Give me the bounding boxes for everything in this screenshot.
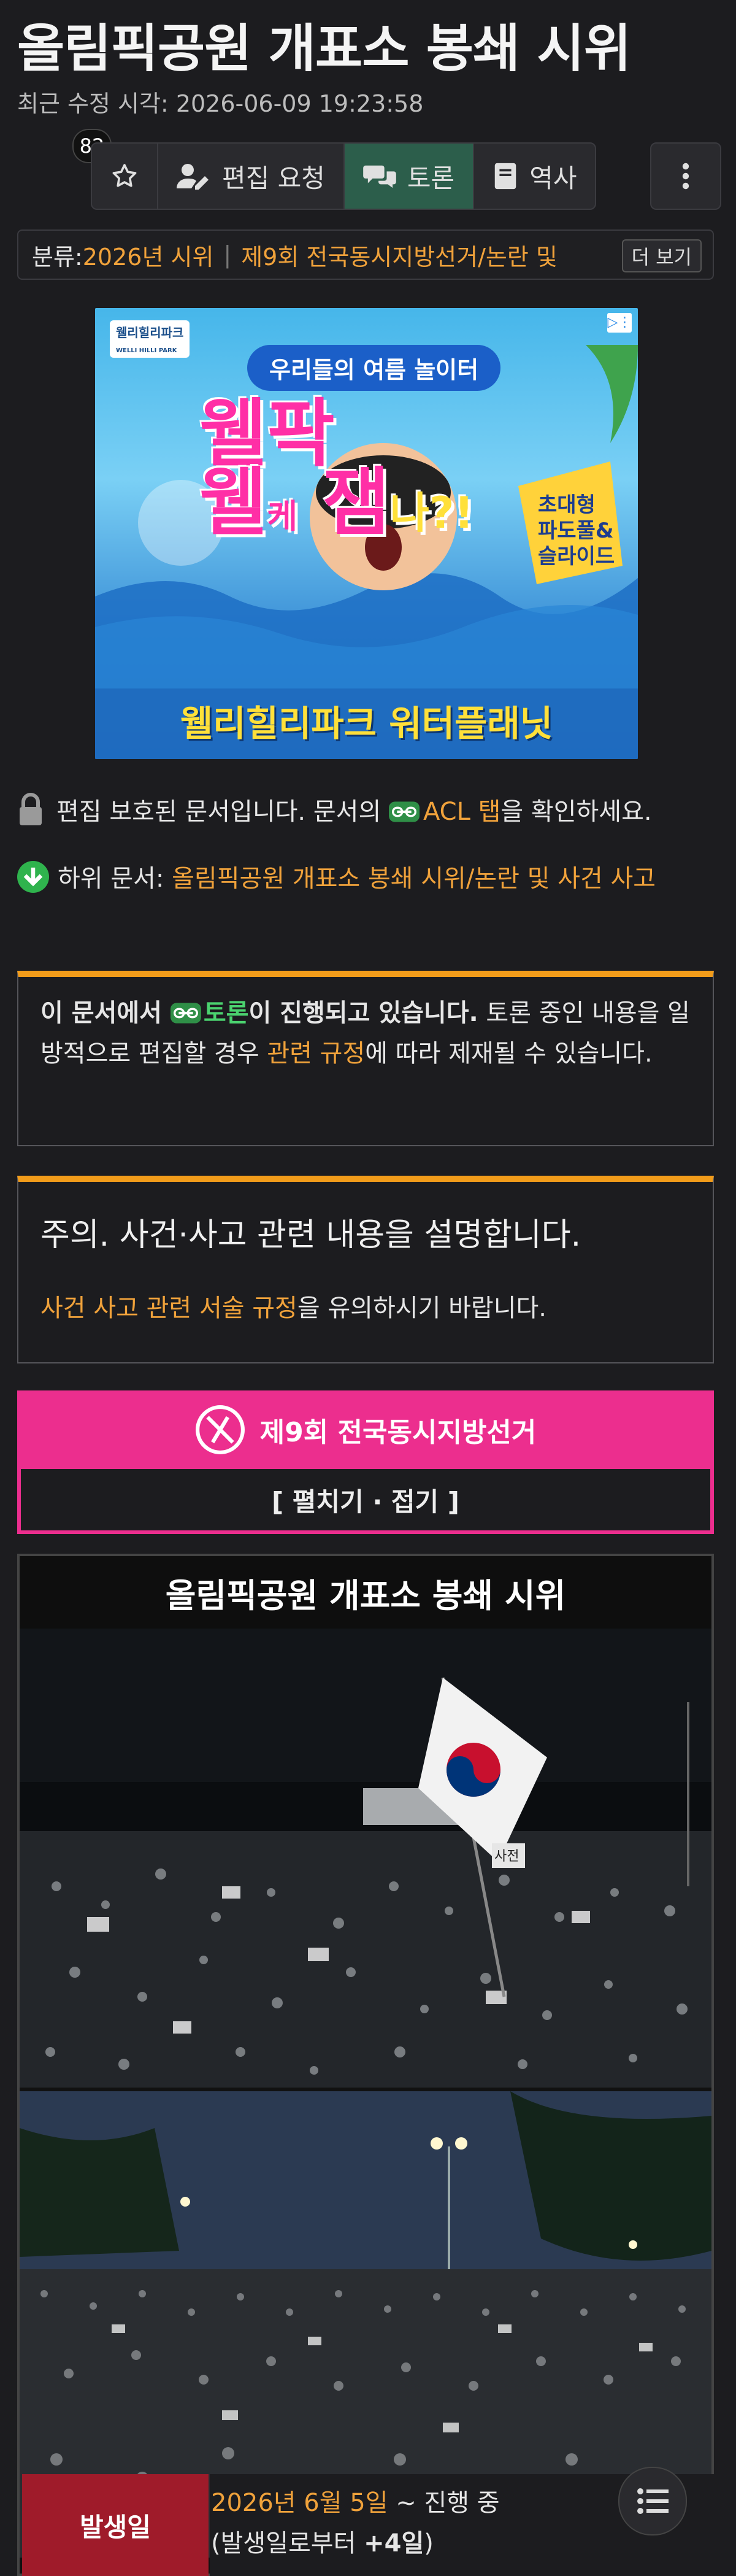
category-label: 분류: [32, 243, 83, 271]
discussion-label: 토론 [407, 163, 455, 193]
incident-notice: 주의. 사건·사고 관련 내용을 설명합니다. 사건 사고 관련 서술 규정을 … [17, 1176, 714, 1363]
since-days: +4일 [364, 2529, 424, 2558]
election-title: 제9회 전국동시지방선거 [259, 1417, 537, 1448]
edit-request-button[interactable]: 편집 요청 [158, 144, 345, 209]
category-separator: | [223, 241, 232, 268]
ad-brand-sub: WELLI HILLI PARK [116, 347, 177, 354]
subdoc-link[interactable]: 올림픽공원 개표소 봉쇄 시위/논란 및 사건 사고 [172, 865, 656, 893]
election-logo-icon [195, 1405, 245, 1454]
comments-icon [363, 165, 396, 188]
ad-headline-2: 웰 [199, 460, 267, 546]
election-toggle[interactable]: [ 펼치기 · 접기 ] [17, 1469, 714, 1534]
since-suffix: ) [424, 2529, 434, 2558]
star-icon [112, 164, 137, 187]
incident-rule-link[interactable]: 사건 사고 관련 서술 규정 [40, 1294, 297, 1322]
subdocument-line: 하위 문서: 올림픽공원 개표소 봉쇄 시위/논란 및 사건 사고 [17, 859, 716, 898]
last-modified: 최근 수정 시각: 2026-06-09 19:23:58 [17, 85, 423, 118]
document-toolbar: 편집 요청 토론 역사 [91, 142, 597, 210]
ad-headline-5: 나?! [389, 488, 474, 538]
acl-link-label: ACL 탭 [423, 798, 501, 826]
occurrence-date-label: 발생일 [22, 2474, 209, 2576]
book-icon [494, 163, 516, 190]
discussion-notice: 이 문서에서 토론이 진행되고 있습니다. 토론 중인 내용을 일방적으로 편집… [17, 971, 714, 1146]
protection-notice: 편집 보호된 문서입니다. 문서의 ACL 탭을 확인하세요. [17, 792, 652, 827]
ad-banner-top: 우리들의 여름 놀이터 [247, 345, 501, 391]
user-edit-icon [177, 164, 209, 190]
link-icon [388, 801, 420, 822]
acl-link[interactable]: ACL 탭 [388, 798, 501, 826]
category-bar: 분류: 2026년 시위 | 제9회 전국동시지방선거/논란 및 더 보기 [17, 229, 714, 280]
category-link-election[interactable]: 제9회 전국동시지방선거/논란 및 [241, 238, 558, 272]
related-rule-link[interactable]: 관련 규정 [267, 1039, 365, 1068]
notice-bold-suffix: 이 진행되고 있습니다. [248, 999, 478, 1027]
incident-heading: 주의. 사건·사고 관련 내용을 설명합니다. [40, 1217, 581, 1254]
protection-text-after: 을 확인하세요. [500, 798, 652, 826]
ad-bottom-text: 웰리힐리파크 워터플래닛 [180, 703, 553, 744]
history-button[interactable]: 역사 [474, 144, 595, 209]
protection-text: 편집 보호된 문서입니다. 문서의 [56, 798, 389, 826]
table-of-contents-button[interactable] [618, 2467, 687, 2536]
advertisement-banner[interactable]: 웰리힐리파크 WELLI HILLI PARK ▷⋮ 우리들의 여름 놀이터 웰… [95, 308, 638, 759]
date-suffix: ~ 진행 중 [388, 2489, 500, 2517]
ad-headline-4: 잼 [322, 460, 390, 546]
ad-headline-3: 케 [267, 497, 298, 536]
incident-rule-line: 사건 사고 관련 서술 규정을 유의하시기 바랍니다. [40, 1288, 691, 1324]
link-icon [170, 1003, 201, 1024]
star-button[interactable] [92, 144, 158, 209]
more-menu-button[interactable] [650, 142, 721, 210]
arrow-down-circle-icon [17, 861, 49, 893]
list-icon [637, 2488, 669, 2514]
protest-photo-night: 사전 [20, 1629, 711, 2088]
lock-icon [20, 793, 42, 825]
protest-sign-text: 사전 [494, 1849, 519, 1864]
discussion-link[interactable]: 토론 [170, 999, 249, 1027]
notice-bold-prefix: 이 문서에서 [40, 999, 171, 1027]
election-navbox-header[interactable]: 제9회 전국동시지방선거 [17, 1390, 714, 1469]
ad-side-text: 초대형 파도풀& 슬라이드 [538, 493, 615, 569]
incident-rule-text: 을 유의하시기 바랍니다. [297, 1294, 547, 1322]
discussion-link-label: 토론 [203, 999, 249, 1027]
category-more-button[interactable]: 더 보기 [621, 239, 702, 272]
date-link[interactable]: 2026년 6월 5일 [211, 2489, 388, 2517]
modified-label: 최근 수정 시각: [17, 90, 176, 117]
discussion-button[interactable]: 토론 [344, 144, 475, 209]
notice-text-2: 에 따라 제재될 수 있습니다. [365, 1039, 653, 1068]
category-link-protest[interactable]: 2026년 시위 [83, 238, 214, 272]
history-label: 역사 [529, 163, 577, 193]
infobox: 올림픽공원 개표소 봉쇄 시위 사전 [17, 1554, 714, 2576]
ad-brand-logo: 웰리힐리파크 WELLI HILLI PARK [110, 320, 190, 358]
kebab-icon [682, 163, 689, 190]
ad-close-icon[interactable]: ▷⋮ [607, 313, 632, 333]
edit-request-label: 편집 요청 [222, 163, 325, 193]
since-prefix: (발생일로부터 [211, 2529, 364, 2558]
subdoc-label: 하위 문서: [58, 865, 172, 893]
ad-brand-name: 웰리힐리파크 [116, 325, 184, 340]
page-title: 올림픽공원 개표소 봉쇄 시위 [17, 18, 631, 79]
infobox-title: 올림픽공원 개표소 봉쇄 시위 [20, 1556, 711, 1629]
ad-headline: 웰팍 웰케 잼나?! [199, 398, 474, 551]
modified-time: 2026-06-09 19:23:58 [175, 90, 424, 117]
